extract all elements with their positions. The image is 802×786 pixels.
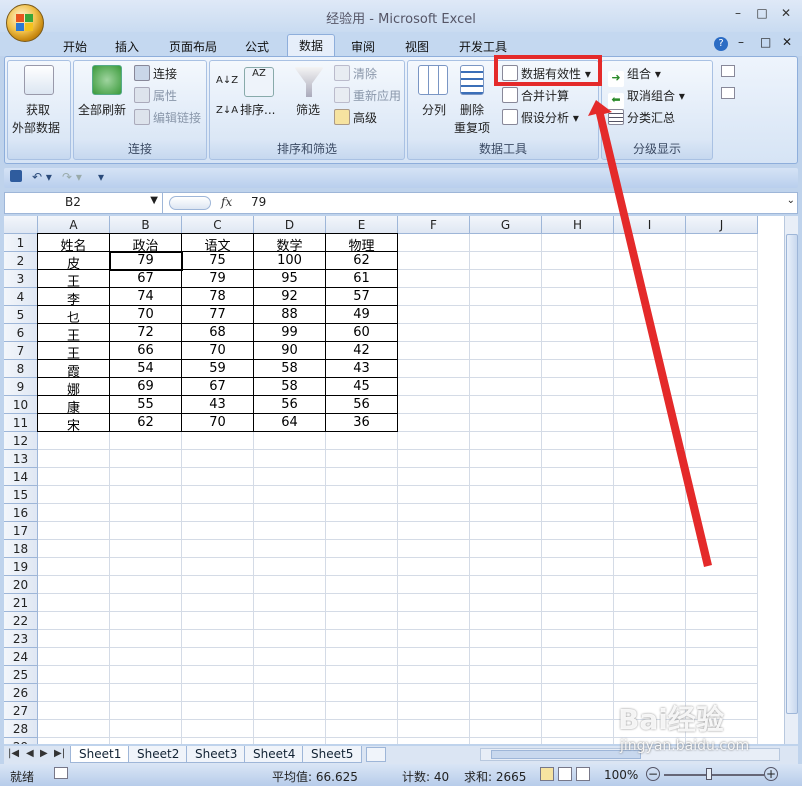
annotation-arrow [588,100,712,567]
watermark-url: jingyan.baidu.com [620,738,750,754]
watermark: Bai经验 jingyan.baidu.com [614,698,794,762]
watermark-logo: Bai经验 [618,703,724,736]
